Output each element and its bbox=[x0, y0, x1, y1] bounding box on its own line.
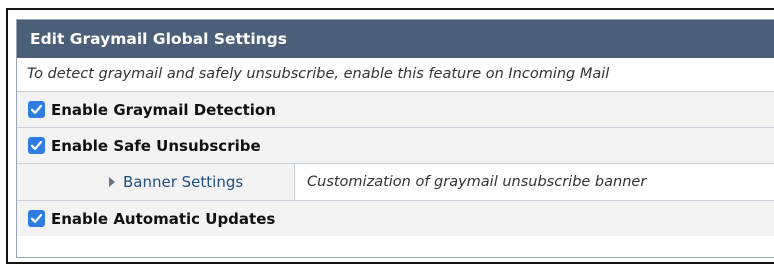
settings-panel: Edit Graymail Global Settings To detect … bbox=[16, 19, 774, 258]
settings-window: Edit Graymail Global Settings To detect … bbox=[6, 8, 774, 264]
safe-unsubscribe-label: Enable Safe Unsubscribe bbox=[51, 136, 261, 155]
graymail-detection-label: Enable Graymail Detection bbox=[51, 100, 276, 119]
banner-settings-row: Banner Settings Customization of graymai… bbox=[17, 164, 774, 201]
checkmark-icon bbox=[30, 140, 43, 150]
panel-description: To detect graymail and safely unsubscrib… bbox=[17, 58, 774, 92]
checkmark-icon bbox=[30, 213, 43, 223]
safe-unsubscribe-checkbox[interactable] bbox=[28, 137, 45, 154]
graymail-detection-row: Enable Graymail Detection bbox=[17, 92, 774, 128]
automatic-updates-checkbox[interactable] bbox=[28, 210, 45, 227]
banner-settings-description: Customization of graymail unsubscribe ba… bbox=[295, 164, 774, 200]
panel-title: Edit Graymail Global Settings bbox=[17, 20, 774, 58]
checkmark-icon bbox=[30, 104, 43, 114]
safe-unsubscribe-row: Enable Safe Unsubscribe bbox=[17, 128, 774, 164]
banner-settings-cell: Banner Settings bbox=[17, 164, 295, 200]
graymail-detection-checkbox[interactable] bbox=[28, 101, 45, 118]
expand-triangle-icon[interactable] bbox=[109, 177, 115, 187]
automatic-updates-label: Enable Automatic Updates bbox=[51, 209, 276, 228]
automatic-updates-row: Enable Automatic Updates bbox=[17, 201, 774, 236]
banner-settings-link[interactable]: Banner Settings bbox=[123, 173, 243, 191]
